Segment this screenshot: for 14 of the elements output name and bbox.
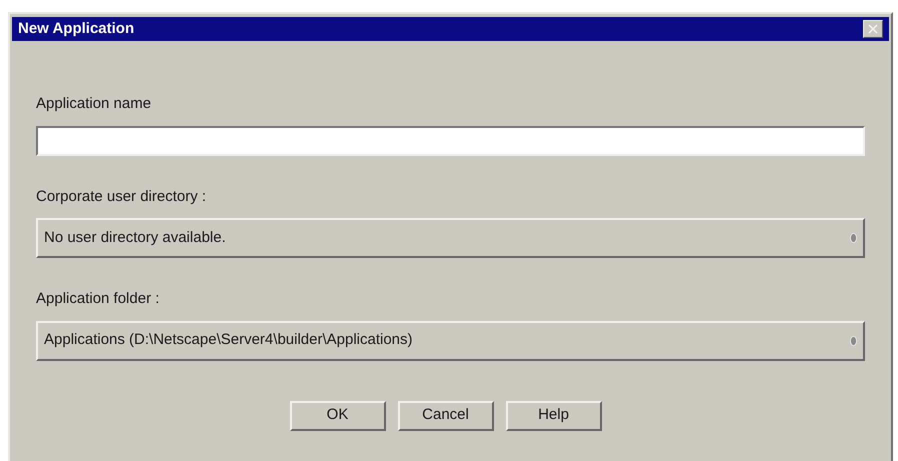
window-title: New Application [18, 18, 134, 39]
dropdown-indicator-icon [850, 233, 857, 243]
dropdown-indicator-icon [850, 336, 857, 346]
dropdown[interactable]: Applications (D:\Netscape\Server4\builder\Applications) [36, 320, 865, 360]
dialog-button[interactable]: Cancel [398, 400, 494, 430]
dialog-button[interactable]: OK [290, 400, 386, 430]
field-label: Application folder : [36, 289, 160, 309]
field-label: Corporate user directory : [36, 186, 208, 206]
close-button[interactable] [863, 20, 883, 38]
dialog-button[interactable]: Help [506, 400, 602, 430]
input-field[interactable] [36, 126, 865, 156]
close-icon [868, 24, 878, 34]
field-label: Application name [36, 94, 152, 114]
dropdown[interactable]: No user directory available. [36, 218, 865, 258]
